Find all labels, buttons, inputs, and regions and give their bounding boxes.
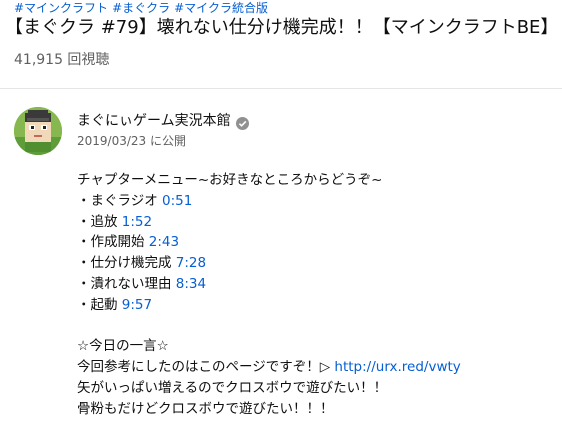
hashtag-link[interactable]: #マインクラフト: [14, 1, 108, 15]
chapter-label: 追放: [90, 213, 122, 230]
chapter-bullet: ・: [77, 192, 91, 209]
chapter-item: ・追放 1:52: [77, 212, 461, 233]
channel-row: まぐにぃゲーム実況本館: [77, 112, 249, 130]
chapter-bullet: ・: [77, 255, 91, 272]
verified-check-icon: [235, 115, 249, 130]
quote-line: 骨粉もだけどクロスボウで遊びたい！！！: [77, 400, 334, 417]
chapter-label: 仕分け機完成: [90, 255, 176, 272]
channel-avatar[interactable]: [14, 107, 62, 155]
chapter-bullet: ・: [77, 213, 91, 230]
description-intro: チャプターメニュー~お好きなところからどうぞ~: [77, 172, 383, 188]
chapter-item: ・まぐラジオ 0:51: [77, 191, 461, 212]
publish-date: 2019/03/23 に公開: [77, 134, 186, 148]
quote-line: 矢がいっぱい増えるのでクロスボウで遊びたい！！: [77, 379, 388, 396]
video-description: チャプターメニュー~お好きなところからどうぞ~ ・まぐラジオ 0:51 ・追放 …: [77, 170, 461, 420]
chapter-label: 起動: [90, 296, 122, 313]
chapter-item: ・作成開始 2:43: [77, 232, 461, 253]
reference-link[interactable]: http://urx.red/vwty: [334, 359, 460, 375]
quote-line: 今回参考にしたのはこのページですぞ！▷ http://urx.red/vwty: [77, 357, 461, 378]
chapter-item: ・潰れない理由 8:34: [77, 274, 461, 295]
chapter-bullet: ・: [77, 296, 91, 313]
chapter-timestamp-link[interactable]: 2:43: [149, 234, 179, 250]
chapter-label: 作成開始: [90, 234, 149, 251]
chapter-label: まぐラジオ: [90, 192, 163, 209]
quote-text: 今回参考にしたのはこのページですぞ！▷: [77, 359, 335, 376]
chapter-bullet: ・: [77, 275, 91, 292]
chapter-item: ・仕分け機完成 7:28: [77, 253, 461, 274]
hashtag-row: #マインクラフト #まぐクラ #マイクラ統合版: [14, 1, 272, 15]
chapter-label: 潰れない理由: [90, 275, 176, 292]
divider: [0, 88, 562, 89]
view-count: 41,915 回視聴: [14, 52, 110, 68]
chapter-timestamp-link[interactable]: 7:28: [176, 255, 206, 271]
chapter-timestamp-link[interactable]: 1:52: [122, 214, 152, 230]
quote-heading: ☆今日の一言☆: [77, 338, 169, 355]
chapter-timestamp-link[interactable]: 0:51: [162, 193, 192, 209]
chapter-timestamp-link[interactable]: 8:34: [176, 276, 206, 292]
channel-name[interactable]: まぐにぃゲーム実況本館: [77, 112, 231, 130]
hashtag-link[interactable]: #まぐクラ: [112, 1, 170, 15]
video-title: 【まぐクラ #79】壊れない仕分け機完成！！【マインクラフトBE】: [5, 17, 559, 38]
avatar-image: [14, 107, 62, 155]
chapter-bullet: ・: [77, 234, 91, 251]
chapter-timestamp-link[interactable]: 9:57: [122, 297, 152, 313]
hashtag-link[interactable]: #マイクラ統合版: [174, 1, 268, 15]
chapter-item: ・起動 9:57: [77, 295, 461, 316]
